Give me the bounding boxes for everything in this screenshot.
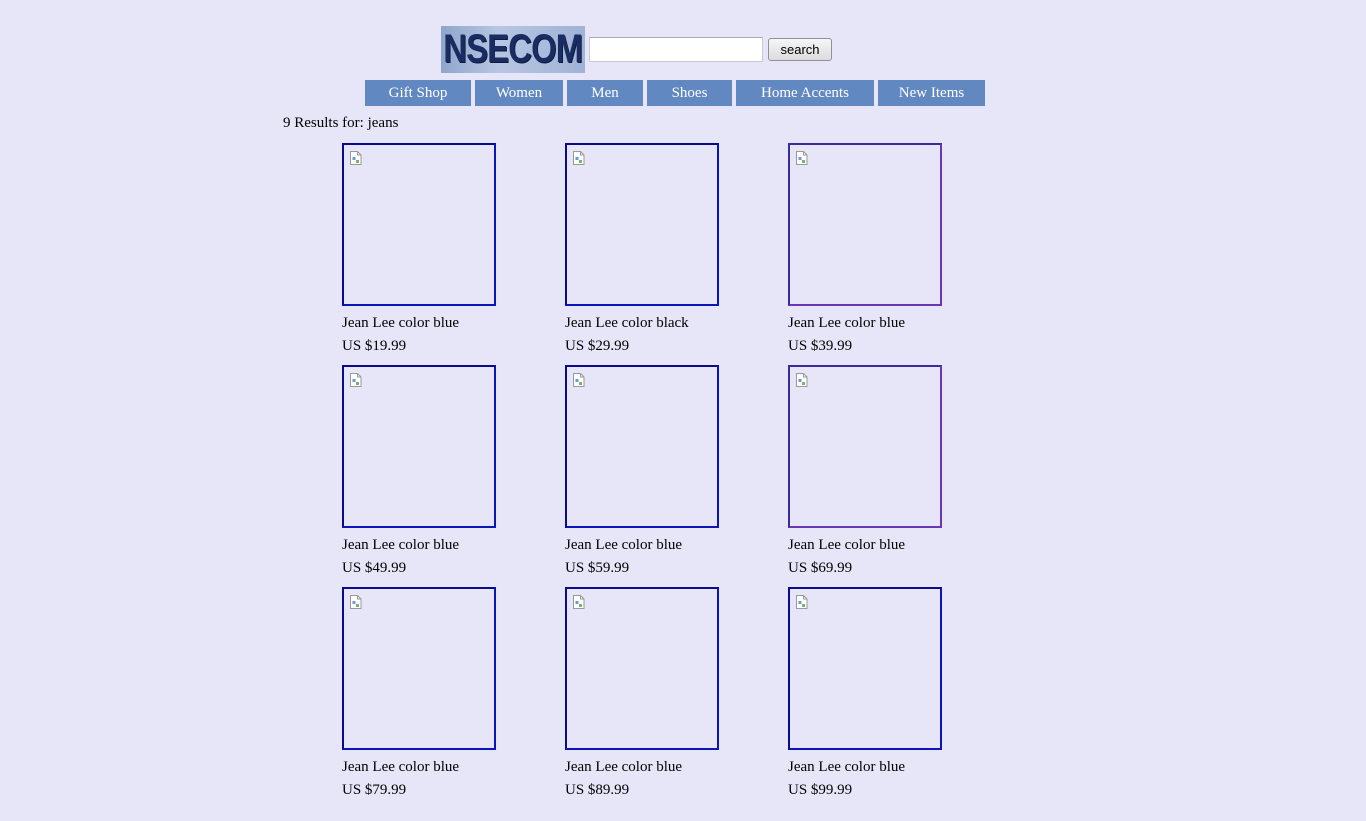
broken-image-icon: [573, 373, 585, 387]
product-card: Jean Lee color blue US $39.99: [788, 143, 948, 355]
nav-item-shoes[interactable]: Shoes: [647, 80, 732, 106]
product-price: US $29.99: [565, 338, 630, 354]
nav-item-women[interactable]: Women: [475, 80, 563, 106]
product-title[interactable]: Jean Lee color black: [565, 314, 725, 332]
product-price: US $89.99: [565, 782, 630, 798]
nav-item-men[interactable]: Men: [567, 80, 643, 106]
product-title[interactable]: Jean Lee color blue: [565, 758, 725, 776]
broken-image-icon: [796, 373, 808, 387]
search-input[interactable]: [589, 37, 763, 62]
nav-item-new-items[interactable]: New Items: [878, 80, 985, 106]
product-image[interactable]: [565, 365, 719, 528]
broken-image-icon: [350, 595, 362, 609]
product-title[interactable]: Jean Lee color blue: [342, 536, 502, 554]
product-card: Jean Lee color blue US $19.99: [342, 143, 502, 355]
product-price: US $39.99: [788, 338, 853, 354]
search-button[interactable]: search: [768, 38, 832, 61]
product-card: Jean Lee color blue US $79.99: [342, 587, 502, 799]
product-card: Jean Lee color blue US $89.99: [565, 587, 725, 799]
product-card: Jean Lee color blue US $59.99: [565, 365, 725, 577]
broken-image-icon: [796, 595, 808, 609]
product-title[interactable]: Jean Lee color blue: [788, 314, 948, 332]
product-image[interactable]: [788, 587, 942, 750]
product-title[interactable]: Jean Lee color blue: [565, 536, 725, 554]
product-card: Jean Lee color blue US $99.99: [788, 587, 948, 799]
product-price: US $59.99: [565, 560, 630, 576]
product-price: US $79.99: [342, 782, 407, 798]
logo-text: NSECOM: [443, 27, 583, 71]
broken-image-icon: [350, 151, 362, 165]
nav-item-gift-shop[interactable]: Gift Shop: [365, 80, 471, 106]
product-image[interactable]: [342, 143, 496, 306]
page: NSECOM search Gift Shop Women Men Shoes …: [0, 0, 1366, 821]
product-price: US $99.99: [788, 782, 853, 798]
product-title[interactable]: Jean Lee color blue: [788, 758, 948, 776]
broken-image-icon: [796, 151, 808, 165]
product-image[interactable]: [788, 143, 942, 306]
product-price: US $69.99: [788, 560, 853, 576]
product-price: US $19.99: [342, 338, 407, 354]
product-image[interactable]: [565, 587, 719, 750]
product-card: Jean Lee color blue US $69.99: [788, 365, 948, 577]
product-card: Jean Lee color black US $29.99: [565, 143, 725, 355]
product-title[interactable]: Jean Lee color blue: [342, 314, 502, 332]
results-heading: 9 Results for: jeans: [283, 115, 399, 131]
product-card: Jean Lee color blue US $49.99: [342, 365, 502, 577]
product-image[interactable]: [565, 143, 719, 306]
product-image[interactable]: [342, 587, 496, 750]
product-price: US $49.99: [342, 560, 407, 576]
broken-image-icon: [350, 373, 362, 387]
product-image[interactable]: [788, 365, 942, 528]
nav-item-home-accents[interactable]: Home Accents: [736, 80, 874, 106]
broken-image-icon: [573, 595, 585, 609]
product-title[interactable]: Jean Lee color blue: [342, 758, 502, 776]
product-title[interactable]: Jean Lee color blue: [788, 536, 948, 554]
site-logo[interactable]: NSECOM: [441, 26, 585, 73]
broken-image-icon: [573, 151, 585, 165]
product-image[interactable]: [342, 365, 496, 528]
